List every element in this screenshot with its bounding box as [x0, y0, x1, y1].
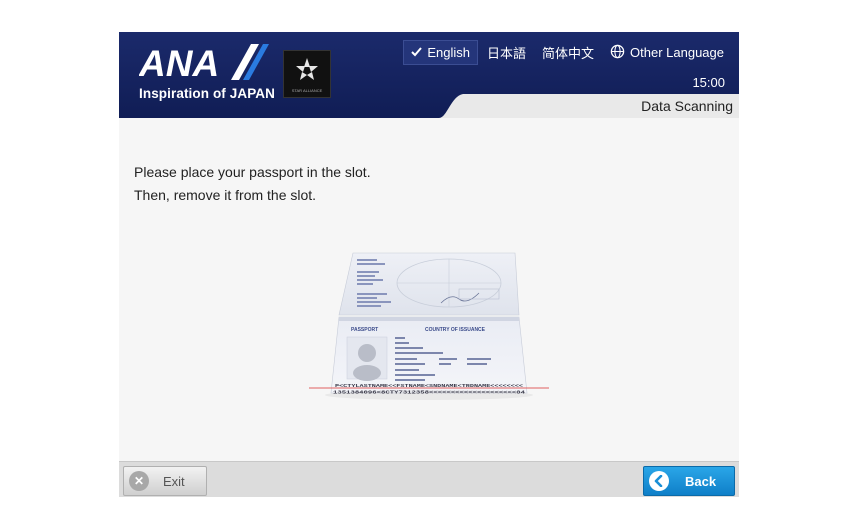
instruction-line-1: Please place your passport in the slot. — [134, 164, 371, 180]
lang-chinese[interactable]: 简体中文 — [535, 40, 601, 65]
main-content: Please place your passport in the slot. … — [119, 118, 739, 461]
svg-text:PASSPORT: PASSPORT — [351, 327, 378, 333]
svg-text:ANA: ANA — [139, 43, 219, 82]
svg-text:COUNTRY OF ISSUANCE: COUNTRY OF ISSUANCE — [425, 327, 486, 333]
footer-bar: ✕ Exit Back — [119, 461, 739, 497]
globe-icon — [610, 44, 625, 62]
language-selector: English 日本語 简体中文 Other Language — [403, 40, 731, 65]
lang-chinese-label: 简体中文 — [542, 46, 595, 61]
lang-other-label: Other Language — [630, 45, 724, 60]
back-label: Back — [685, 473, 717, 489]
lang-japanese[interactable]: 日本語 — [480, 40, 533, 65]
brand-tagline: Inspiration of JAPAN — [139, 86, 276, 101]
passport-illustration: PASSPORT COUNTRY OF ISSUANCE P<CTYLASTNA… — [309, 252, 549, 400]
header: ANA Inspiration of JAPAN STAR ALLIANCE E… — [119, 32, 739, 118]
kiosk-screen: ANA Inspiration of JAPAN STAR ALLIANCE E… — [119, 32, 739, 497]
exit-label: Exit — [163, 473, 185, 489]
clock: 15:00 — [692, 75, 725, 90]
svg-text:STAR ALLIANCE: STAR ALLIANCE — [292, 88, 323, 93]
lang-english[interactable]: English — [403, 40, 478, 65]
lang-other[interactable]: Other Language — [603, 40, 731, 65]
close-icon: ✕ — [129, 471, 149, 491]
screen-title: Data Scanning — [641, 98, 733, 114]
check-icon — [411, 45, 423, 60]
back-button[interactable]: Back — [643, 466, 735, 496]
instruction-line-2: Then, remove it from the slot. — [134, 187, 317, 203]
lang-japanese-label: 日本語 — [487, 46, 527, 61]
ana-logo: ANA — [139, 43, 269, 82]
lang-english-label: English — [427, 45, 470, 60]
back-arrow-icon — [649, 471, 669, 491]
star-alliance-logo: STAR ALLIANCE — [283, 50, 331, 98]
exit-button[interactable]: ✕ Exit — [123, 466, 207, 496]
